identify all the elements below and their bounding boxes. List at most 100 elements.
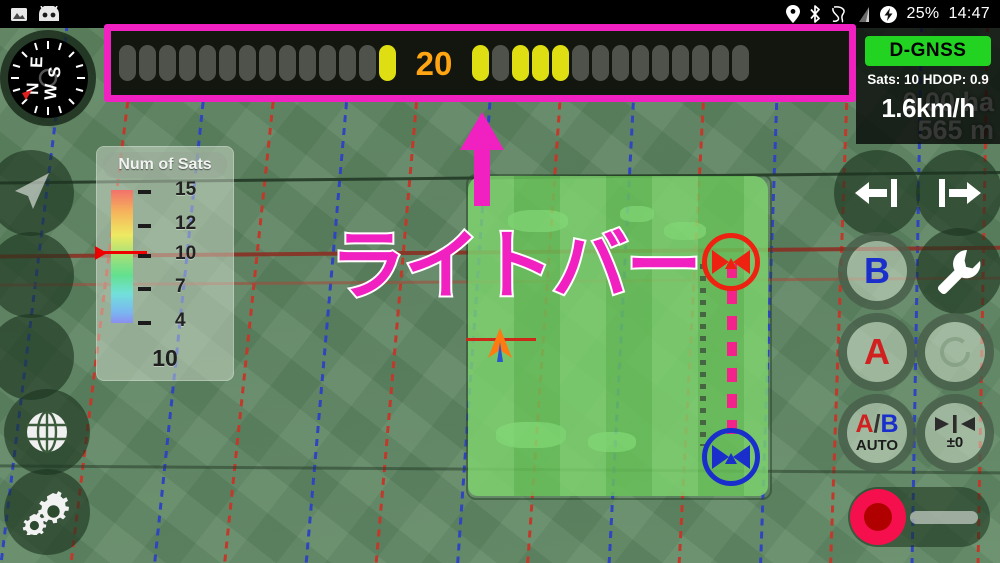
wrench-icon: [937, 250, 981, 294]
lightbar-segment: [612, 45, 629, 81]
gnss-status-badge[interactable]: D-GNSS: [865, 36, 991, 66]
lightbar-segment: [319, 45, 336, 81]
settings-gears-button[interactable]: [4, 469, 90, 555]
legend-colorbar: [111, 190, 133, 323]
ab-guidance-line: [727, 264, 737, 446]
a-point-label: A: [864, 331, 890, 372]
ab-auto-sublabel: AUTO: [855, 436, 899, 454]
legend-tick: [138, 287, 151, 291]
lightbar-segment: [472, 45, 489, 81]
lightbar-segment: [199, 45, 216, 81]
lightbar-offset-value: 20: [415, 44, 453, 82]
compass-rose-icon: E S N W: [11, 41, 85, 115]
annotation-arrow-up-icon: [460, 112, 504, 206]
lightbar-segment: [532, 45, 549, 81]
lightbar-segment: [712, 45, 729, 81]
legend-title: Num of Sats: [103, 152, 227, 178]
lightbar-right-segments: [472, 45, 749, 81]
a-point-button[interactable]: A: [838, 313, 916, 391]
lightbar-highlight-box: 20: [104, 24, 856, 102]
shift-right-icon: [939, 179, 981, 207]
lightbar-segment: [512, 45, 529, 81]
record-dot-icon: [864, 503, 892, 531]
record-toggle-slider[interactable]: [848, 487, 990, 547]
gallery-icon: [11, 7, 27, 21]
battery-charging-icon: [879, 5, 897, 23]
globe-button[interactable]: [4, 389, 90, 475]
lightbar-segment: [359, 45, 376, 81]
speed-readout: 1.6km/h: [881, 93, 975, 123]
ab-marker-b[interactable]: [702, 428, 760, 486]
b-point-button[interactable]: B: [838, 232, 916, 310]
lightbar-segment: [632, 45, 649, 81]
lightbar-segment: [652, 45, 669, 81]
lightbar-segment: [219, 45, 236, 81]
vehicle-position-marker: [488, 328, 512, 362]
compass[interactable]: E S N W: [0, 30, 96, 126]
lightbar[interactable]: 20: [115, 37, 845, 89]
nudge-icon: [935, 415, 975, 433]
lightbar-segment: [339, 45, 356, 81]
gnss-info-panel: D-GNSS Sats: 10 HDOP: 0.9 1.6km/h: [856, 28, 1000, 144]
lightbar-segment: [139, 45, 156, 81]
ab-marker-a[interactable]: [702, 233, 760, 291]
gears-icon: [22, 491, 69, 535]
lightbar-segment: [592, 45, 609, 81]
lightbar-segment: [159, 45, 176, 81]
shift-left-button[interactable]: [834, 150, 920, 236]
lightbar-left-segments: [119, 45, 396, 81]
annotation-label: ライトバー: [328, 221, 704, 310]
lightbar-segment: [179, 45, 196, 81]
lightbar-segment: [552, 45, 569, 81]
compass-dial: E S N W: [8, 38, 88, 118]
location-pin-icon: [785, 5, 800, 23]
lightbar-segment: [732, 45, 749, 81]
signal-icon: [858, 7, 869, 22]
legend-tick-label: 12: [175, 213, 197, 234]
nudge-value-label: ±0: [946, 434, 964, 451]
nudge-center-button[interactable]: ±0: [916, 394, 994, 472]
legend-panel[interactable]: Num of Sats 15 12 10 7 4 10: [95, 146, 234, 381]
record-knob[interactable]: [850, 489, 906, 545]
legend-tick: [138, 224, 151, 228]
lightbar-segment: [572, 45, 589, 81]
ab-auto-button[interactable]: A/B AUTO: [838, 394, 916, 472]
legend-tick: [138, 321, 151, 325]
shift-left-icon: [855, 179, 897, 207]
lightbar-segment: [259, 45, 276, 81]
svg-text:W: W: [41, 82, 61, 100]
bluetooth-icon: [809, 5, 820, 23]
legend-tick-label: 10: [175, 243, 197, 264]
legend-tick-label: 15: [175, 179, 197, 200]
lightbar-segment: [239, 45, 256, 81]
b-point-label: B: [864, 250, 890, 291]
lightbar-segment: [379, 45, 396, 81]
legend-tick-label: 4: [175, 310, 186, 331]
clock-label: 14:47: [948, 5, 990, 22]
ab-track-dots: [700, 264, 706, 446]
legend-current-value: 10: [152, 345, 178, 371]
record-track: [910, 510, 978, 524]
lightbar-segment: [692, 45, 709, 81]
legend-tick: [138, 254, 151, 258]
ab-auto-label: A/B: [855, 409, 899, 438]
svg-text:S: S: [45, 66, 64, 78]
legend-tick: [138, 190, 151, 194]
legend-tick-label: 7: [175, 276, 186, 297]
refresh-icon: [940, 336, 970, 367]
shift-right-button[interactable]: [916, 150, 1000, 236]
lightbar-segment: [492, 45, 509, 81]
lightbar-segment: [672, 45, 689, 81]
android-robot-icon: [39, 6, 59, 21]
nfc-icon: [831, 6, 845, 23]
navigation-arrow-icon: [15, 173, 49, 209]
lightbar-segment: [119, 45, 136, 81]
wrench-button[interactable]: [916, 228, 1000, 314]
sats-hdop-label: Sats: 10 HDOP: 0.9: [867, 72, 989, 87]
globe-icon: [27, 410, 67, 454]
sync-button[interactable]: [916, 313, 994, 391]
lightbar-segment: [279, 45, 296, 81]
battery-percent-label: 25%: [906, 5, 940, 22]
lightbar-segment: [299, 45, 316, 81]
svg-text:E: E: [27, 56, 46, 68]
